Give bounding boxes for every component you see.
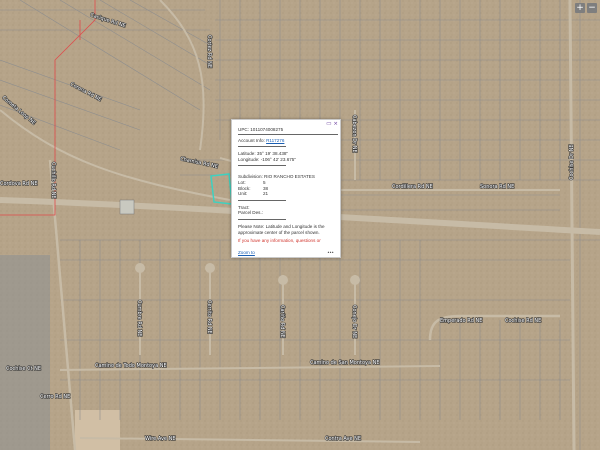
road-label: Cochise Dr NE bbox=[569, 144, 575, 180]
upc-text: UPC: 1011074008275 bbox=[238, 127, 284, 132]
zoom-to-link[interactable]: Zoom to bbox=[238, 250, 255, 255]
road-label: Cerro Rd NE bbox=[40, 394, 70, 400]
road-label: Cochise Ct NE bbox=[6, 366, 41, 372]
popup-header: ▭ × bbox=[232, 120, 340, 127]
divider bbox=[238, 165, 286, 167]
divider bbox=[238, 146, 286, 148]
road-label: Contra Ave NE bbox=[325, 436, 361, 442]
road-label: Cordillera Rd NE bbox=[392, 184, 433, 190]
road-label: Camino de Todo Montoya NE bbox=[95, 363, 167, 369]
account-link[interactable]: R117276 bbox=[266, 138, 284, 143]
account-info: Account Info: R117276 bbox=[238, 138, 334, 144]
unit-label: Unit: bbox=[238, 191, 248, 197]
road-label: Cariño Rd NE bbox=[279, 305, 285, 338]
zoom-controls: + − bbox=[575, 3, 597, 13]
building bbox=[119, 199, 135, 215]
road-label: Emperado Rd NE bbox=[440, 318, 482, 324]
popup-footer: Zoom to ••• bbox=[238, 250, 334, 255]
divider bbox=[238, 199, 286, 201]
popup-body: UPC: 1011074008275 Account Info: R117276… bbox=[232, 127, 340, 244]
road-label: Conejo Dr NE bbox=[351, 305, 357, 338]
longitude-text: Longitude: -106° 42' 23.675" bbox=[238, 156, 296, 162]
road-label: Cabezon Dr NE bbox=[351, 115, 357, 153]
close-icon[interactable]: × bbox=[333, 121, 338, 127]
road-label: Cerrito Rd NE bbox=[206, 300, 212, 334]
zoom-in-button[interactable]: + bbox=[575, 3, 585, 13]
parcel-des-text: Parcel Des.: bbox=[238, 210, 264, 216]
account-label: Account Info: bbox=[238, 137, 267, 143]
divider bbox=[238, 133, 338, 135]
road-label: Camino de San Montoya NE bbox=[310, 360, 380, 366]
road-label: Cuchillo Rd NE bbox=[50, 162, 56, 199]
unit-value: 21 bbox=[263, 191, 269, 197]
road-label: Wire Ave NE bbox=[145, 436, 176, 442]
road-label: Sonora Rd NE bbox=[480, 184, 514, 190]
road-label: Cordova Rd NE bbox=[0, 181, 38, 187]
road-label: Cumbre Rd NE bbox=[136, 300, 142, 336]
unit-row: Unit: 21 bbox=[238, 191, 334, 197]
parcel-popup: ▭ × UPC: 1011074008275 Account Info: R11… bbox=[231, 119, 341, 258]
more-menu-icon[interactable]: ••• bbox=[328, 250, 334, 255]
residential-area bbox=[0, 255, 50, 450]
dock-icon[interactable]: ▭ bbox=[326, 121, 331, 127]
zoom-out-button[interactable]: − bbox=[587, 3, 597, 13]
divider bbox=[238, 218, 286, 220]
road-label: Cortez Rd NE bbox=[206, 35, 212, 68]
road-label: Cochise Rd NE bbox=[505, 318, 541, 324]
field-patch bbox=[75, 410, 120, 450]
note-text: Please Note: Latitude and Longitude is t… bbox=[238, 223, 325, 235]
info-text: If you have any information, questions o… bbox=[238, 238, 321, 244]
